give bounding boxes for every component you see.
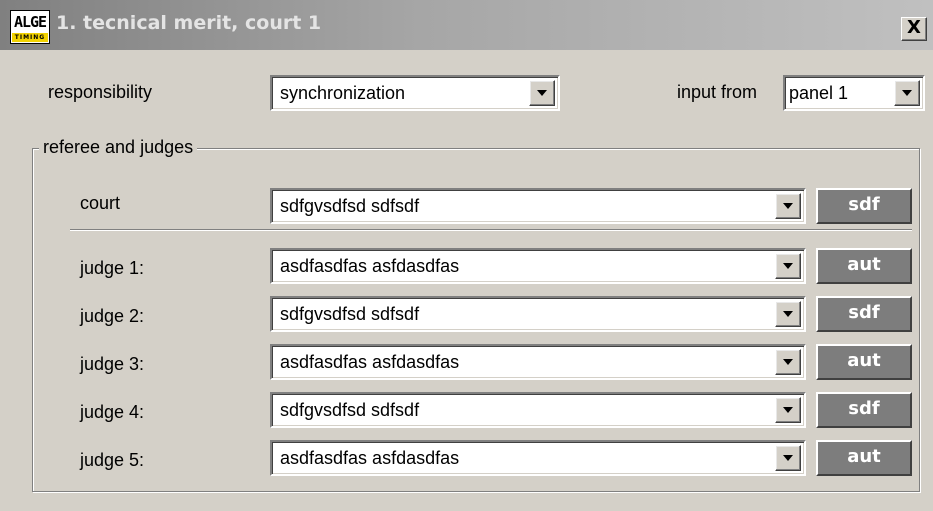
judge-value: sdfgvsdfsd sdfsdf xyxy=(280,304,420,324)
input-from-label: input from xyxy=(677,82,758,102)
judge-label: judge 2: xyxy=(80,306,145,326)
court-tag-button[interactable]: sdf xyxy=(816,188,912,224)
judge-dropdown[interactable]: sdfgvsdfsd sdfsdf xyxy=(270,392,806,428)
chevron-down-icon xyxy=(783,203,793,209)
logo-subtext: TIMING xyxy=(12,33,48,42)
judge-tag-button[interactable]: aut xyxy=(816,440,912,476)
dialog-window: ALGE TIMING 1. tecnical merit, court 1 X… xyxy=(0,0,933,511)
judge-value: asdfasdfas asfdasdfas xyxy=(280,448,460,468)
judge-label: judge 1: xyxy=(80,258,145,278)
group-title: referee and judges xyxy=(39,137,198,158)
title-bar[interactable]: ALGE TIMING 1. tecnical merit, court 1 X xyxy=(0,0,933,50)
judge-dropdown-button[interactable] xyxy=(775,349,801,375)
judge-dropdown-button[interactable] xyxy=(775,253,801,279)
judge-value: asdfasdfas asfdasdfas xyxy=(280,256,460,276)
input-from-dropdown-button[interactable] xyxy=(894,80,920,106)
court-dropdown-button[interactable] xyxy=(775,193,801,219)
close-icon: X xyxy=(907,17,921,38)
court-dropdown[interactable]: sdfgvsdfsd sdfsdf xyxy=(270,188,806,224)
judge-dropdown-button[interactable] xyxy=(775,397,801,423)
responsibility-value: synchronization xyxy=(280,83,406,103)
logo-text: ALGE xyxy=(12,12,48,32)
chevron-down-icon xyxy=(783,407,793,413)
court-value: sdfgvsdfsd sdfsdf xyxy=(280,196,420,216)
responsibility-label: responsibility xyxy=(48,82,153,102)
chevron-down-icon xyxy=(783,359,793,365)
judge-dropdown[interactable]: sdfgvsdfsd sdfsdf xyxy=(270,296,806,332)
chevron-down-icon xyxy=(902,90,912,96)
judge-label: judge 4: xyxy=(80,402,145,422)
chevron-down-icon xyxy=(783,455,793,461)
court-label: court xyxy=(80,193,121,213)
responsibility-dropdown-button[interactable] xyxy=(529,80,555,106)
close-button[interactable]: X xyxy=(901,17,927,41)
judge-tag-button[interactable]: sdf xyxy=(816,296,912,332)
input-from-value: panel 1 xyxy=(789,83,849,103)
judge-dropdown-button[interactable] xyxy=(775,301,801,327)
separator xyxy=(70,229,912,231)
chevron-down-icon xyxy=(783,311,793,317)
judge-dropdown[interactable]: asdfasdfas asfdasdfas xyxy=(270,344,806,380)
judge-dropdown-button[interactable] xyxy=(775,445,801,471)
judge-value: sdfgvsdfsd sdfsdf xyxy=(280,400,420,420)
chevron-down-icon xyxy=(783,263,793,269)
judge-label: judge 3: xyxy=(80,354,145,374)
judge-label: judge 5: xyxy=(80,450,145,470)
responsibility-dropdown[interactable]: synchronization xyxy=(270,75,560,111)
judge-tag-button[interactable]: sdf xyxy=(816,392,912,428)
app-logo: ALGE TIMING xyxy=(10,10,50,44)
chevron-down-icon xyxy=(537,90,547,96)
input-from-dropdown[interactable]: panel 1 xyxy=(783,75,925,111)
window-title: 1. tecnical merit, court 1 xyxy=(56,12,322,34)
judge-value: asdfasdfas asfdasdfas xyxy=(280,352,460,372)
judge-dropdown[interactable]: asdfasdfas asfdasdfas xyxy=(270,248,806,284)
judge-tag-button[interactable]: aut xyxy=(816,248,912,284)
judge-dropdown[interactable]: asdfasdfas asfdasdfas xyxy=(270,440,806,476)
judge-tag-button[interactable]: aut xyxy=(816,344,912,380)
